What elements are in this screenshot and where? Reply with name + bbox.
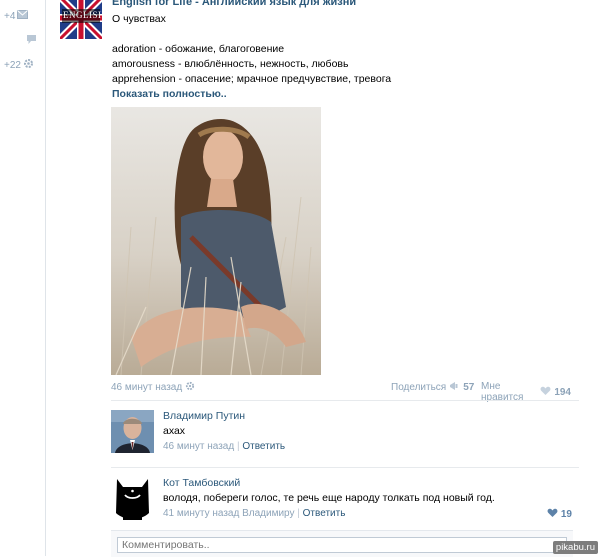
meta-separator: | — [297, 508, 300, 519]
post-time[interactable]: 46 минут назад — [111, 381, 195, 394]
avatar-logo-text: ENGLISH — [63, 10, 102, 20]
comment-time[interactable]: 41 минуту назад Владимиру — [163, 508, 294, 519]
comment: Кот Тамбовский володя, побереги голос, т… — [111, 477, 579, 523]
megaphone-icon — [449, 381, 460, 394]
envelope-icon — [17, 10, 29, 22]
post-time-text: 46 минут назад — [111, 382, 183, 393]
post-line: adoration - обожание, благоговение — [112, 43, 285, 55]
divider — [111, 467, 579, 468]
commenter-avatar[interactable] — [111, 410, 154, 453]
post-line: apprehension - опасение; мрачное предчув… — [112, 73, 392, 85]
commenter-name-link[interactable]: Кот Тамбовский — [163, 477, 240, 489]
post-title: О чувствах — [112, 13, 166, 25]
post-author-link[interactable]: English for Life - Английский язык для ж… — [112, 0, 356, 8]
counter-messages-value: +4 — [4, 10, 16, 22]
comment-input[interactable] — [117, 537, 567, 553]
comment-text: ахах — [163, 425, 186, 437]
comments-indicator[interactable] — [26, 34, 37, 48]
comment: Владимир Путин ахах 46 минут назад | Отв… — [111, 410, 579, 456]
comment-meta: 46 минут назад | Ответить — [163, 441, 285, 452]
community-avatar[interactable]: ENGLISH — [60, 0, 102, 39]
meta-separator: | — [236, 441, 240, 452]
counter-messages[interactable]: +4 — [4, 10, 29, 22]
post-meta: 46 минут назад Поделиться 57 Мне нравитс… — [111, 381, 571, 403]
post-photo[interactable] — [111, 107, 321, 375]
reply-box — [111, 530, 573, 557]
comment-meta: 41 минуту назад Владимиру | Ответить — [163, 508, 345, 519]
comment-text: володя, побереги голос, те речь еще наро… — [163, 492, 495, 504]
post-text: О чувствах adoration - обожание, благого… — [112, 12, 391, 87]
left-column: +4 +22 — [0, 0, 46, 556]
divider — [111, 400, 579, 401]
gear-icon — [185, 381, 195, 394]
counter-notifications[interactable]: +22 — [4, 58, 34, 72]
comment-like-count: 19 — [560, 509, 572, 520]
gear-icon — [23, 58, 34, 72]
post-spacer — [112, 27, 391, 42]
reply-link[interactable]: Ответить — [303, 508, 346, 519]
watermark: pikabu.ru — [552, 541, 598, 554]
heart-icon — [540, 386, 551, 399]
share-label: Поделиться — [391, 382, 447, 393]
share-button[interactable]: Поделиться 57 — [391, 381, 474, 394]
counter-notifications-value: +22 — [4, 59, 21, 71]
commenter-name-link[interactable]: Владимир Путин — [163, 410, 245, 422]
post-line: amorousness - влюблённость, нежность, лю… — [112, 58, 349, 70]
show-more-link[interactable]: Показать полностью.. — [112, 88, 227, 100]
comment-time[interactable]: 46 минут назад — [163, 441, 234, 452]
like-count: 194 — [554, 386, 571, 398]
speech-bubble-icon — [26, 34, 37, 48]
heart-icon — [547, 508, 558, 521]
share-count: 57 — [463, 382, 475, 393]
commenter-avatar[interactable] — [111, 477, 154, 520]
reply-link[interactable]: Ответить — [242, 441, 285, 452]
comment-like-button[interactable]: 19 — [547, 508, 572, 521]
